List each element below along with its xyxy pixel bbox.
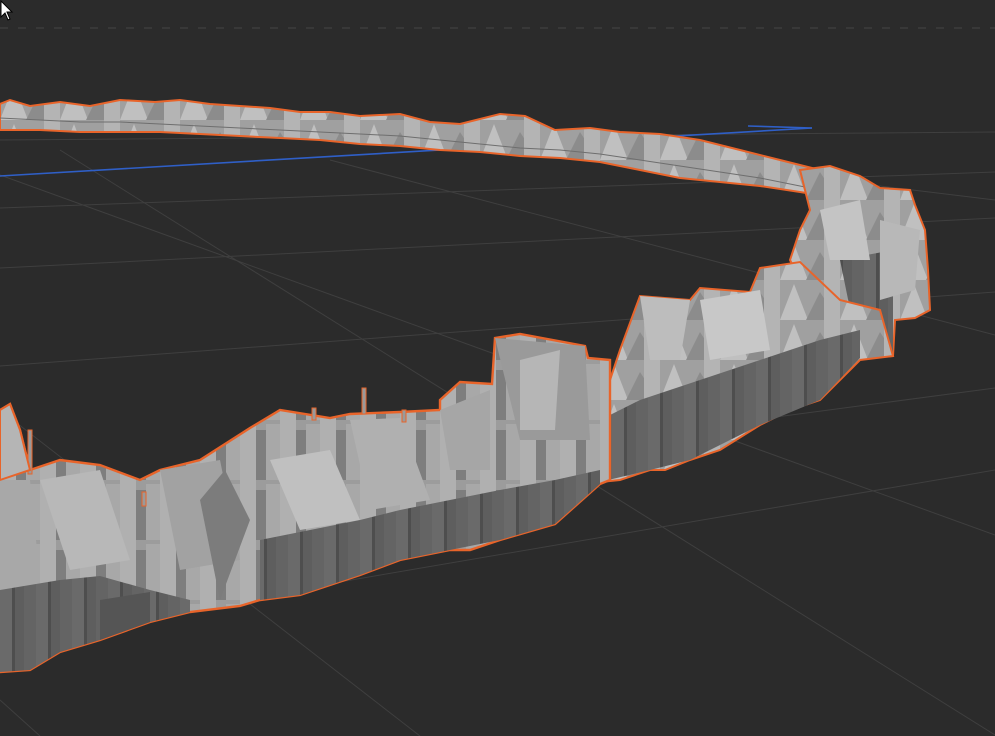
3d-viewport[interactable] [0,0,995,736]
building-strip-left-edge [0,402,32,482]
mouse-pointer-icon [0,0,14,21]
viewport-scene[interactable] [0,0,995,736]
building-strip-near [0,332,612,674]
